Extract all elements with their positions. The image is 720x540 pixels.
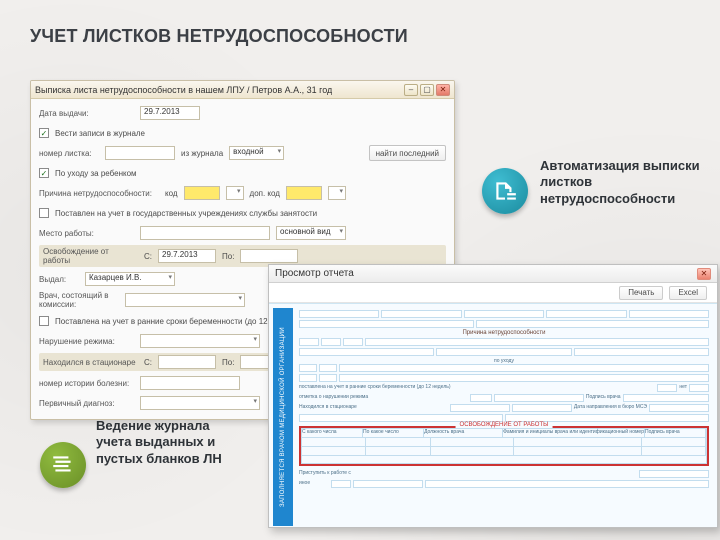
reason-label: Причина нетрудоспособности: <box>39 189 159 198</box>
stationary-from-label: С: <box>144 358 152 367</box>
store-journal-label: Вести записи в журнале <box>55 129 145 138</box>
minimize-button[interactable]: – <box>404 84 418 96</box>
exemption-title: ОСВОБОЖДЕНИЕ ОТ РАБОТЫ <box>456 422 553 428</box>
reason-extra-input[interactable] <box>286 186 322 200</box>
reason-code-input[interactable] <box>184 186 220 200</box>
form-title: Выписка листа нетрудоспособности в нашем… <box>35 85 332 95</box>
violation-section: отметка о нарушении режима <box>299 394 468 402</box>
history-num-label: номер истории болезни: <box>39 379 134 388</box>
early-section: поставлена на учет в ранние сроки береме… <box>299 384 655 392</box>
page-title: УЧЕТ ЛИСТКОВ НЕТРУДОСПОСОБНОСТИ <box>30 26 408 47</box>
doctor-comm-select[interactable] <box>125 293 245 307</box>
on-register-checkbox[interactable] <box>39 208 49 218</box>
exemption-from-label: С: <box>144 252 152 261</box>
number-input[interactable] <box>105 146 175 160</box>
issued-select[interactable]: Казарцев И.В. <box>85 272 175 286</box>
journal-label: из журнала <box>181 149 223 158</box>
early-reg-checkbox[interactable] <box>39 316 49 326</box>
care-child-label: По уходу за ребенком <box>55 169 137 178</box>
early-no: нет <box>679 384 687 392</box>
stationary-section: Находился в стационаре <box>299 404 448 412</box>
stationary-to-label: По: <box>222 358 234 367</box>
col-doctor-pos: Должность врача <box>424 429 503 438</box>
other-section: иное <box>299 480 329 488</box>
stationary-label: Находился в стационаре <box>43 358 138 367</box>
early-reg-label: Поставлена на учет в ранние сроки береме… <box>55 317 299 326</box>
preview-titlebar: Просмотр отчета ✕ <box>269 265 717 283</box>
work-place-label: Место работы: <box>39 229 134 238</box>
journal-callout: Ведение журнала учета выданных и пустых … <box>96 418 246 467</box>
mse-dir-section: Дата направления в бюро МСЭ <box>574 404 647 412</box>
reason-section: Причина нетрудоспособности <box>299 330 709 336</box>
violation-select[interactable] <box>140 334 260 348</box>
maximize-button[interactable]: ▢ <box>420 84 434 96</box>
reason-extra-label: доп. код <box>250 189 280 198</box>
work-type-select[interactable]: основной вид <box>276 226 346 240</box>
work-place-input[interactable] <box>140 226 270 240</box>
preview-toolbar: Печать Excel <box>269 283 717 303</box>
find-last-button[interactable]: найти последний <box>369 145 446 161</box>
journal-select[interactable]: входной <box>229 146 284 160</box>
doctor-comm-label: Врач, состоящий в комиссии: <box>39 291 119 309</box>
sheet-sidebanner: ЗАПОЛНЯЕТСЯ ВРАЧОМ МЕДИЦИНСКОЙ ОРГАНИЗАЦ… <box>273 308 293 526</box>
excel-button[interactable]: Excel <box>669 286 707 300</box>
cert-sheet: ЗАПОЛНЯЕТСЯ ВРАЧОМ МЕДИЦИНСКОЙ ОРГАНИЗАЦ… <box>269 303 717 528</box>
col-sign: Подпись врача <box>645 429 706 438</box>
exemption-to-input[interactable] <box>240 249 298 263</box>
on-register-label: Поставлен на учет в государственных учре… <box>55 209 317 218</box>
date-issue-label: Дата выдачи: <box>39 109 134 118</box>
automation-badge <box>482 168 528 214</box>
issued-label: Выдал: <box>39 275 79 284</box>
primary-select[interactable] <box>140 396 260 410</box>
exemption-block: ОСВОБОЖДЕНИЕ ОТ РАБОТЫ С какого числа По… <box>299 426 709 466</box>
exemption-label: Освобождение от работы <box>43 247 138 265</box>
form-titlebar: Выписка листа нетрудоспособности в нашем… <box>31 81 454 99</box>
reason-code-select[interactable] <box>226 186 244 200</box>
col-from: С какого числа <box>302 429 363 438</box>
primary-label: Первичный диагноз: <box>39 399 134 408</box>
date-issue-input[interactable]: 29.7.2013 <box>140 106 200 120</box>
care-child-checkbox[interactable] <box>39 168 49 178</box>
reason-extra-select[interactable] <box>328 186 346 200</box>
journal-badge <box>40 442 86 488</box>
violation-label: Нарушение режима: <box>39 337 134 346</box>
automation-callout: Автоматизация выписки листков нетрудоспо… <box>540 158 705 207</box>
doctor-sign-section: Подпись врача <box>586 394 621 402</box>
print-button[interactable]: Печать <box>619 286 663 300</box>
start-work-section: Приступить к работе с <box>299 470 637 478</box>
history-num-input[interactable] <box>140 376 240 390</box>
preview-window: Просмотр отчета ✕ Печать Excel ЗАПОЛНЯЕТ… <box>268 264 718 528</box>
exemption-from-input[interactable]: 29.7.2013 <box>158 249 216 263</box>
preview-close-button[interactable]: ✕ <box>697 268 711 280</box>
stationary-from-input[interactable] <box>158 355 216 369</box>
store-journal-checkbox[interactable] <box>39 128 49 138</box>
close-button[interactable]: ✕ <box>436 84 450 96</box>
col-doctor-name: Фамилия и инициалы врача или идентификац… <box>503 429 645 438</box>
preview-title: Просмотр отчета <box>275 268 354 279</box>
col-to: По какое число <box>363 429 424 438</box>
exemption-to-label: По: <box>222 252 234 261</box>
reason-code-label: код <box>165 189 178 198</box>
number-label: номер листка: <box>39 149 99 158</box>
